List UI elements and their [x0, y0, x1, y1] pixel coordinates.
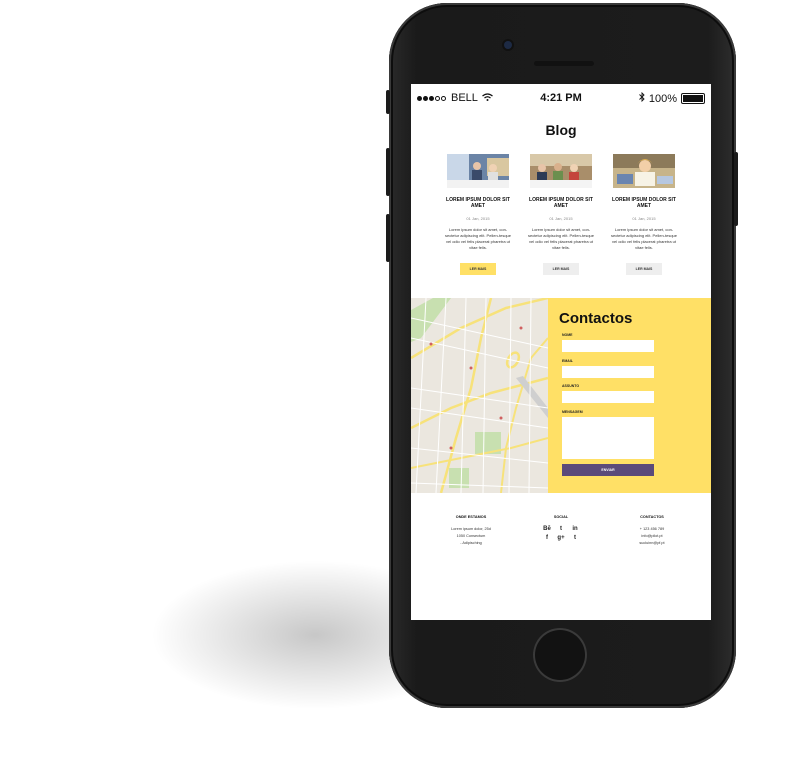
- phone-screen: BELL 4:21 PM 100% Blog LOREM IPSUM DOLOR…: [411, 84, 711, 620]
- post-thumbnail[interactable]: [447, 154, 509, 188]
- name-field[interactable]: [562, 340, 654, 352]
- power-button: [734, 152, 738, 226]
- read-more-button[interactable]: LER MAIS: [460, 263, 496, 275]
- contact-form: Contactos NOME EMAIL ASSUNTO MENSAGEM EN…: [548, 298, 711, 493]
- read-more-button[interactable]: LER MAIS: [543, 263, 579, 275]
- home-button[interactable]: [533, 628, 587, 682]
- post-date: 01 Jan, 2015: [466, 216, 490, 221]
- message-field[interactable]: [562, 417, 654, 459]
- behance-icon[interactable]: Bē: [540, 526, 554, 533]
- footer-social: SOCIAL Bē t in f g+ t: [516, 514, 606, 542]
- location-map[interactable]: [411, 298, 548, 493]
- mute-switch: [386, 90, 390, 114]
- post-thumbnail[interactable]: [530, 154, 592, 188]
- blog-post: LOREM IPSUM DOLOR SIT AMET 01 Jan, 2015 …: [525, 154, 597, 275]
- blog-post: LOREM IPSUM DOLOR SIT AMET 01 Jan, 2015 …: [442, 154, 514, 275]
- footer-where-heading: ONDE ESTAMOS: [455, 515, 487, 519]
- post-thumbnail[interactable]: [613, 154, 675, 188]
- email-link[interactable]: info@pilot.pt: [607, 533, 697, 540]
- footer-where: ONDE ESTAMOS Lorem ipsum dolor, 25d 1050…: [426, 514, 516, 547]
- volume-up-button: [386, 148, 390, 196]
- post-date: 01 Jan, 2015: [549, 216, 573, 221]
- front-camera: [504, 41, 512, 49]
- battery-icon: [681, 93, 705, 104]
- linkedin-icon[interactable]: in: [568, 526, 582, 533]
- tumblr-icon[interactable]: t: [568, 535, 582, 542]
- post-title[interactable]: LOREM IPSUM DOLOR SIT AMET: [525, 197, 597, 209]
- address-line: Lorem ipsum dolor, 25d: [451, 527, 491, 531]
- post-title[interactable]: LOREM IPSUM DOLOR SIT AMET: [442, 197, 514, 209]
- read-more-button[interactable]: LER MAIS: [626, 263, 662, 275]
- footer-contacts: CONTACTOS + 123 456 789 info@pilot.pt su…: [607, 514, 697, 547]
- battery-percent: 100%: [648, 92, 677, 105]
- contact-title: Contactos: [559, 310, 633, 327]
- address-line: 1050 Consectum: [456, 534, 486, 538]
- subject-field[interactable]: [562, 391, 654, 403]
- address-line: - Adipisching: [460, 541, 482, 545]
- blog-post: LOREM IPSUM DOLOR SIT AMET 01 Jan, 2015 …: [608, 154, 680, 275]
- twitter-icon[interactable]: t: [554, 526, 568, 533]
- email-field[interactable]: [562, 366, 654, 378]
- footer-social-heading: SOCIAL: [553, 515, 569, 519]
- post-title[interactable]: LOREM IPSUM DOLOR SIT AMET: [608, 197, 680, 209]
- subject-label: ASSUNTO: [562, 384, 580, 388]
- name-label: NOME: [562, 333, 573, 337]
- bluetooth-icon: [639, 91, 645, 105]
- blog-title: Blog: [545, 122, 577, 138]
- google-plus-icon[interactable]: g+: [554, 535, 568, 542]
- status-right: 100%: [639, 91, 705, 105]
- status-bar: BELL 4:21 PM 100%: [411, 84, 711, 112]
- post-date: 01 Jan, 2015: [632, 216, 656, 221]
- post-excerpt: Lorem ipsum dolor sit amet, con-sectetur…: [444, 227, 512, 250]
- post-excerpt: Lorem ipsum dolor sit amet, con-sectetur…: [527, 227, 595, 250]
- social-icons: Bē t in f g+ t: [516, 526, 606, 542]
- volume-down-button: [386, 214, 390, 262]
- email-link[interactable]: sucluinn@pf.pt: [607, 540, 697, 547]
- send-button[interactable]: ENVIAR: [562, 464, 654, 476]
- footer-contacts-heading: CONTACTOS: [640, 515, 664, 519]
- phone-number[interactable]: + 123 456 789: [607, 526, 697, 533]
- earpiece-speaker: [534, 61, 594, 66]
- email-label: EMAIL: [562, 359, 573, 363]
- message-label: MENSAGEM: [562, 410, 583, 414]
- post-excerpt: Lorem ipsum dolor sit amet, con-sectetur…: [610, 227, 678, 250]
- facebook-icon[interactable]: f: [540, 535, 554, 542]
